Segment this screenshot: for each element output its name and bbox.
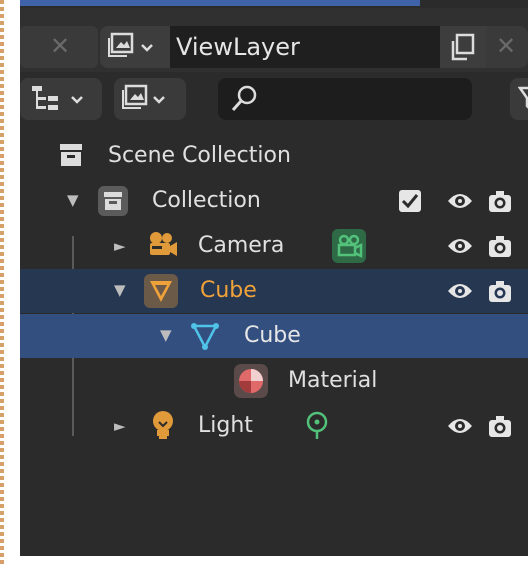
dotted-border bbox=[0, 0, 4, 566]
light-label: Light bbox=[198, 413, 253, 438]
expand-arrow-icon[interactable]: ▼ bbox=[160, 326, 172, 344]
eye-icon[interactable] bbox=[446, 281, 474, 301]
filter-icon bbox=[518, 86, 528, 109]
exclude-checkbox-icon[interactable] bbox=[398, 189, 422, 213]
outliner-tree-icon bbox=[32, 86, 83, 110]
close-icon[interactable]: ✕ bbox=[50, 32, 70, 60]
camera-render-icon[interactable] bbox=[488, 416, 512, 438]
camera-render-icon[interactable] bbox=[488, 281, 512, 303]
scene-collection-row[interactable]: Scene Collection bbox=[20, 134, 528, 178]
mesh-data-icon bbox=[191, 323, 219, 350]
camera-row[interactable]: ► Camera bbox=[20, 224, 528, 268]
display-mode-dropdown[interactable] bbox=[20, 78, 102, 120]
render-layers-icon bbox=[122, 84, 165, 109]
close-icon[interactable]: ✕ bbox=[496, 32, 516, 60]
material-label: Material bbox=[288, 368, 378, 393]
mesh-object-icon bbox=[144, 274, 178, 308]
collection-row[interactable]: ▼ Collection bbox=[20, 179, 528, 223]
remove-view-layer-button[interactable]: ✕ bbox=[486, 26, 528, 68]
expand-arrow-icon[interactable]: ► bbox=[114, 237, 126, 255]
search-input[interactable] bbox=[218, 78, 472, 120]
expand-arrow-icon[interactable]: ► bbox=[114, 417, 126, 435]
scene-collection-label: Scene Collection bbox=[108, 143, 291, 168]
expand-arrow-icon[interactable]: ▼ bbox=[114, 281, 126, 299]
light-object-icon bbox=[153, 411, 173, 439]
collection-label: Collection bbox=[152, 188, 261, 213]
camera-data-icon[interactable] bbox=[332, 229, 366, 263]
duplicate-icon bbox=[451, 33, 475, 61]
camera-label: Camera bbox=[198, 233, 285, 258]
eye-icon[interactable] bbox=[446, 191, 474, 211]
outliner-panel: ✕ ViewLayer ✕ Scene Collection ▼ Collect… bbox=[20, 0, 528, 556]
eye-icon[interactable] bbox=[446, 416, 474, 436]
collection-icon bbox=[98, 186, 128, 216]
scene-collection-icon bbox=[60, 144, 82, 166]
view-layer-filter-dropdown[interactable] bbox=[114, 78, 186, 120]
camera-object-icon bbox=[150, 232, 177, 256]
previous-tab[interactable]: ✕ bbox=[20, 26, 98, 68]
eye-icon[interactable] bbox=[446, 236, 474, 256]
cube-object-label: Cube bbox=[200, 278, 257, 303]
page-background bbox=[20, 556, 528, 566]
material-icon bbox=[234, 364, 268, 398]
expand-arrow-icon[interactable]: ▼ bbox=[67, 191, 79, 209]
light-row[interactable]: ► Light bbox=[20, 404, 528, 448]
camera-render-icon[interactable] bbox=[488, 191, 512, 213]
area-border-highlight bbox=[20, 0, 420, 6]
cube-mesh-row[interactable]: ▼ Cube bbox=[20, 314, 528, 358]
render-layers-icon bbox=[108, 32, 153, 57]
add-view-layer-button[interactable] bbox=[440, 26, 486, 68]
cube-object-row[interactable]: ▼ Cube bbox=[20, 269, 528, 313]
cube-mesh-label: Cube bbox=[244, 323, 301, 348]
outliner-toolbar bbox=[20, 72, 528, 128]
view-layer-browse-button[interactable] bbox=[100, 26, 170, 68]
camera-render-icon[interactable] bbox=[488, 236, 512, 258]
view-layer-name-field[interactable]: ViewLayer bbox=[170, 26, 440, 68]
material-row[interactable]: Material bbox=[20, 359, 528, 403]
filter-button[interactable] bbox=[510, 78, 528, 120]
view-layer-header: ✕ ViewLayer ✕ bbox=[20, 8, 528, 72]
light-data-icon[interactable] bbox=[304, 411, 330, 441]
search-icon bbox=[231, 85, 257, 111]
